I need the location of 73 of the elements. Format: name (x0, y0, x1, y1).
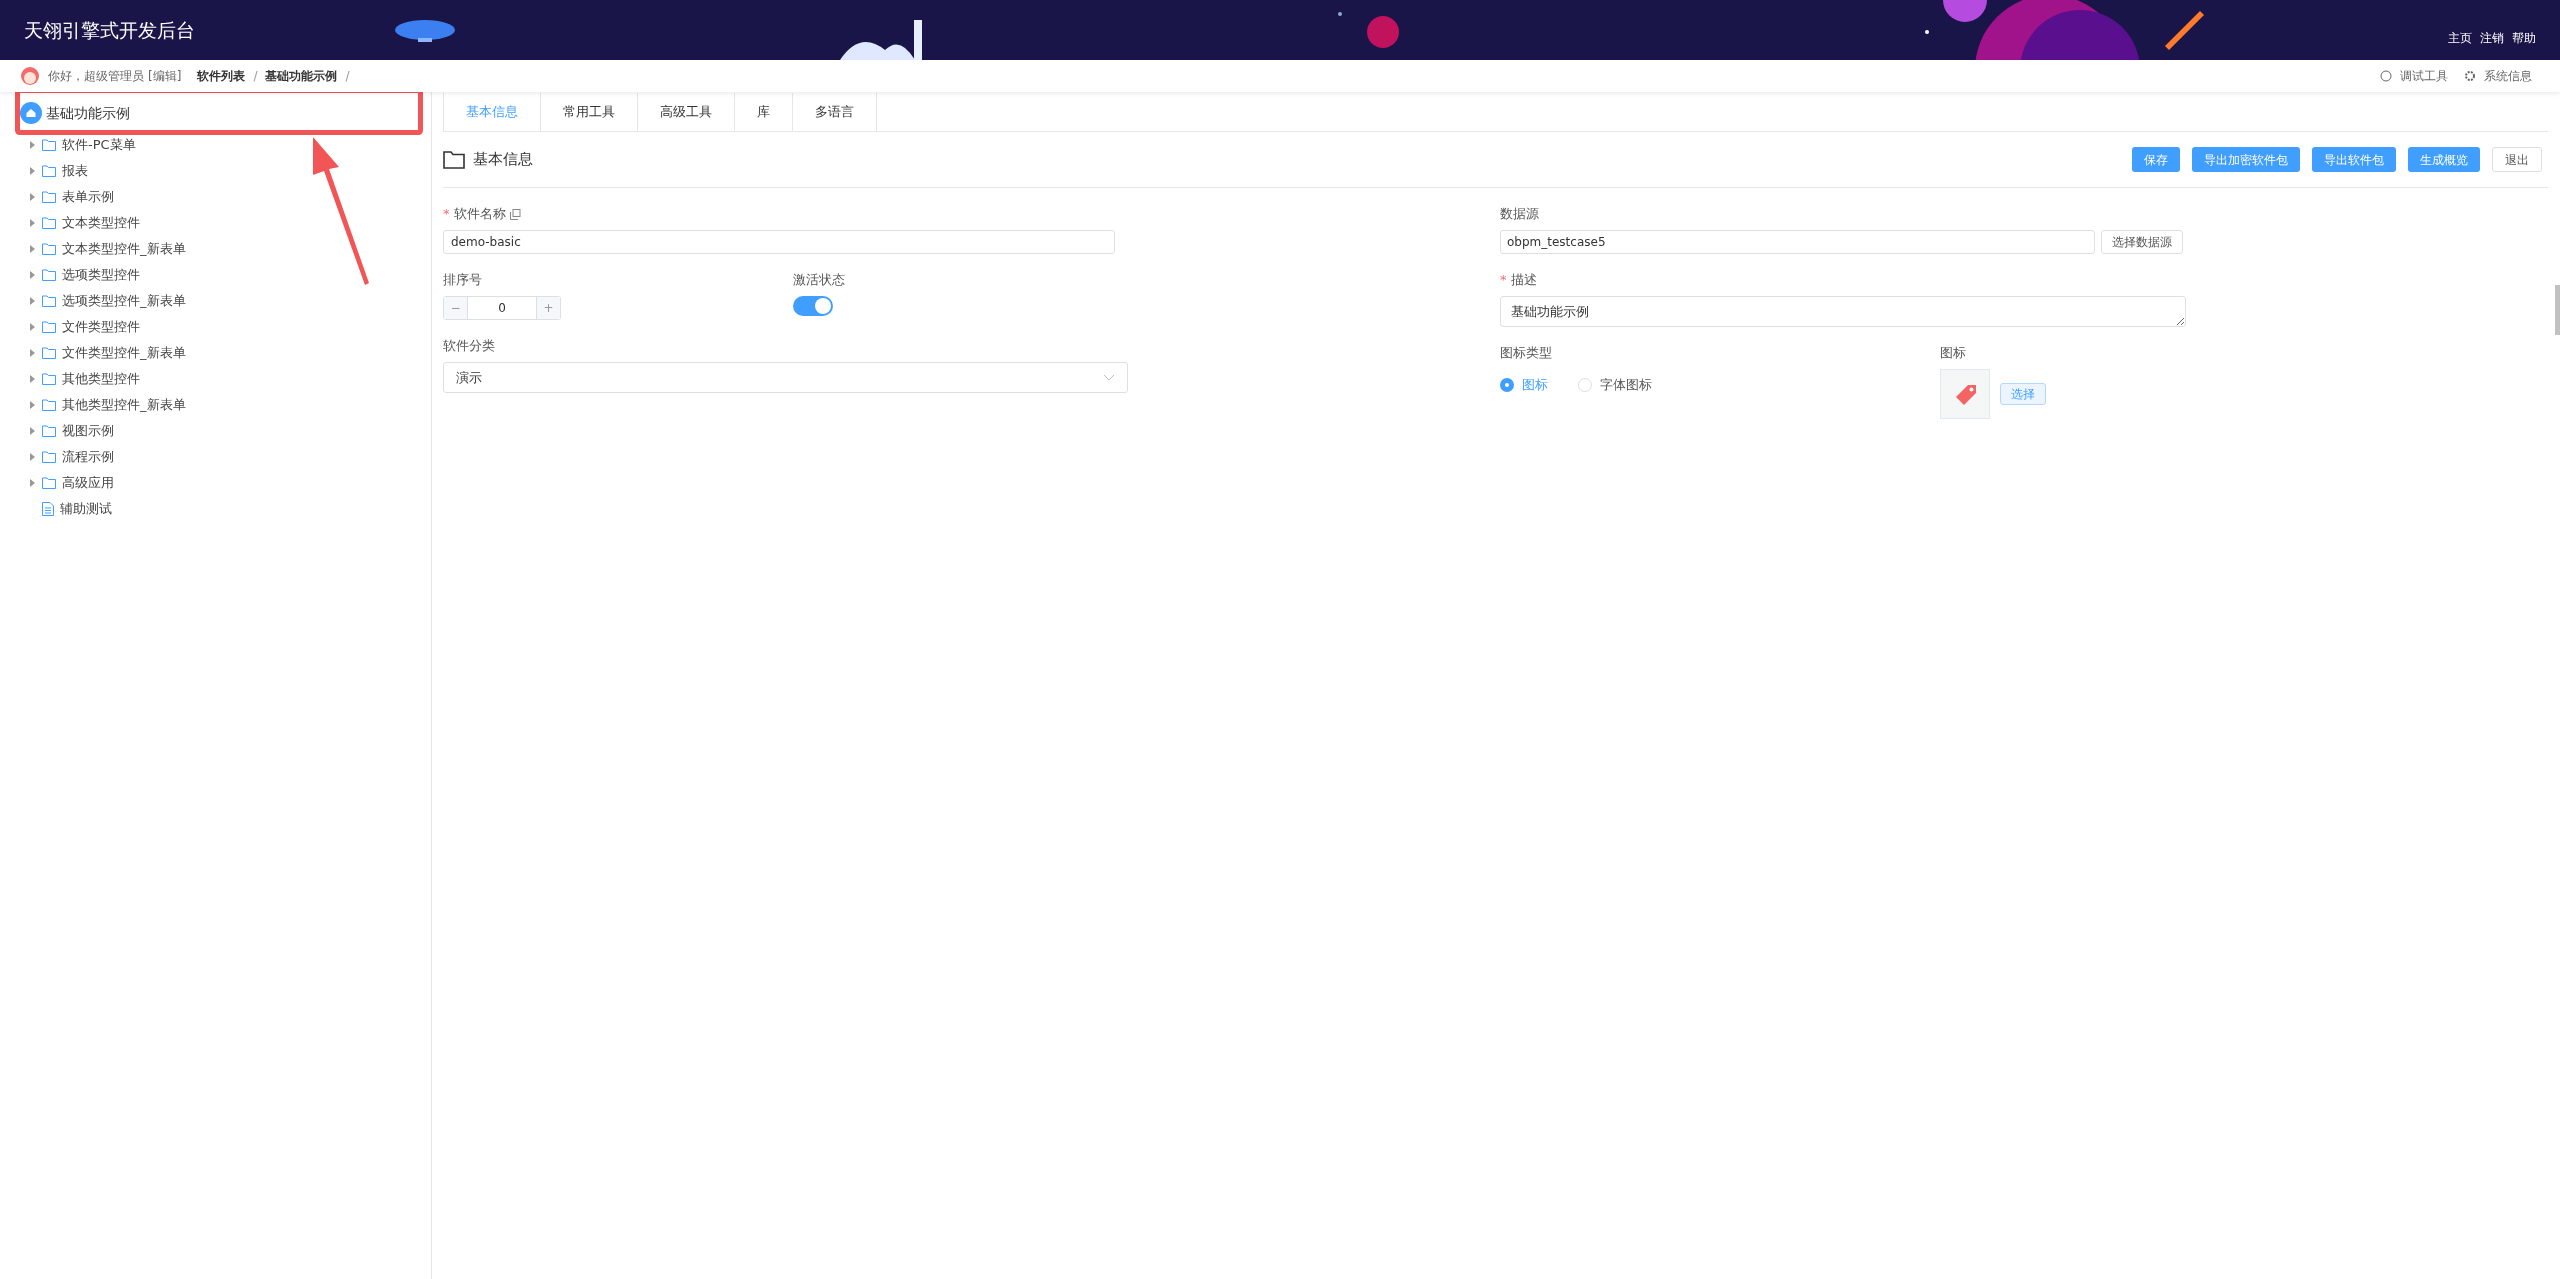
avatar-icon (20, 66, 40, 86)
settings-icon (2464, 70, 2476, 82)
toolbar-link[interactable]: 系统信息 (2484, 67, 2532, 85)
folder-icon (42, 269, 56, 281)
select-datasource-button[interactable]: 选择数据源 (2101, 230, 2183, 254)
tree-root[interactable]: 基础功能示例 (46, 102, 130, 124)
folder-icon (42, 321, 56, 333)
folder-icon (42, 295, 56, 307)
breadcrumb-separator: / (253, 68, 258, 85)
tree-item[interactable]: 辅助测试 (60, 499, 112, 519)
field-label: 图标 (1940, 344, 1966, 363)
folder-icon (42, 139, 56, 151)
toolbar-link[interactable]: 调试工具 (2400, 67, 2448, 85)
tree-item[interactable]: 文本类型控件_新表单 (62, 239, 186, 259)
tree-item[interactable]: 报表 (62, 161, 88, 181)
tree-item[interactable]: 文件类型控件 (62, 317, 140, 337)
toggle-switch[interactable] (793, 296, 833, 316)
field-label: 图标类型 (1500, 344, 1552, 363)
breadcrumb-separator: / (345, 68, 350, 85)
section-title: 基本信息 (473, 149, 533, 171)
tree-item[interactable]: 文件类型控件_新表单 (62, 343, 186, 363)
tree-item[interactable]: 选项类型控件 (62, 265, 140, 285)
folder-icon (42, 243, 56, 255)
greeting-text: 你好，超级管理员 (48, 68, 144, 85)
field-label: 软件名称 (453, 205, 506, 224)
file-icon (42, 502, 54, 516)
category-select[interactable]: 演示 (443, 362, 1128, 393)
field-label: 排序号 (443, 271, 482, 290)
crosshair-icon (2380, 70, 2392, 82)
field-label: 激活状态 (793, 271, 845, 290)
tree-item[interactable]: 表单示例 (62, 187, 114, 207)
folder-icon (42, 399, 56, 411)
header-link[interactable]: 主页 (2448, 29, 2472, 47)
scrollbar-thumb[interactable] (2555, 285, 2560, 335)
tree-item[interactable]: 软件-PC菜单 (62, 135, 136, 155)
folder-icon (42, 477, 56, 489)
folder-icon (42, 373, 56, 385)
tree-item[interactable]: 其他类型控件 (62, 369, 140, 389)
folder-icon (42, 165, 56, 177)
folder-icon (42, 347, 56, 359)
required-mark: * (443, 205, 450, 224)
select-value: 演示 (456, 368, 482, 387)
breadcrumb-link[interactable]: 基础功能示例 (265, 67, 338, 85)
tree-item[interactable]: 视图示例 (62, 421, 114, 441)
tree-item[interactable]: 选项类型控件_新表单 (62, 291, 186, 311)
folder-icon (42, 217, 56, 229)
radio-option[interactable]: 字体图标 (1578, 375, 1652, 395)
field-label: 描述 (1510, 271, 1537, 290)
field-label: 数据源 (1500, 205, 1539, 224)
required-mark: * (1500, 271, 1507, 290)
breadcrumb-link[interactable]: 软件列表 (197, 67, 246, 85)
folder-icon (42, 451, 56, 463)
header-link[interactable]: 注销 (2480, 29, 2504, 47)
chevron-down-icon (1103, 374, 1115, 381)
tree-item[interactable]: 高级应用 (62, 473, 114, 493)
name-input[interactable]: demo-basic (443, 230, 1115, 254)
datasource-input[interactable]: obpm_testcase5 (1500, 230, 2095, 254)
stepper-value: 0 (497, 300, 507, 317)
description-textarea[interactable]: 基础功能示例 (1500, 296, 2186, 327)
app-title: 天翎引擎式开发后台 (24, 17, 195, 43)
tag-icon (1940, 369, 1990, 419)
tree-item[interactable]: 文本类型控件 (62, 213, 140, 233)
home-icon (20, 102, 42, 124)
tree-item[interactable]: 流程示例 (62, 447, 114, 467)
folder-icon (443, 150, 465, 169)
edit-link[interactable]: [编辑] (148, 67, 182, 85)
field-label: 软件分类 (443, 337, 495, 356)
exit-button[interactable]: 退出 (2492, 147, 2542, 172)
header-link[interactable]: 帮助 (2512, 29, 2536, 47)
copy-icon (509, 208, 521, 220)
folder-icon (42, 191, 56, 203)
tree-item[interactable]: 其他类型控件_新表单 (62, 395, 186, 415)
folder-icon (42, 425, 56, 437)
